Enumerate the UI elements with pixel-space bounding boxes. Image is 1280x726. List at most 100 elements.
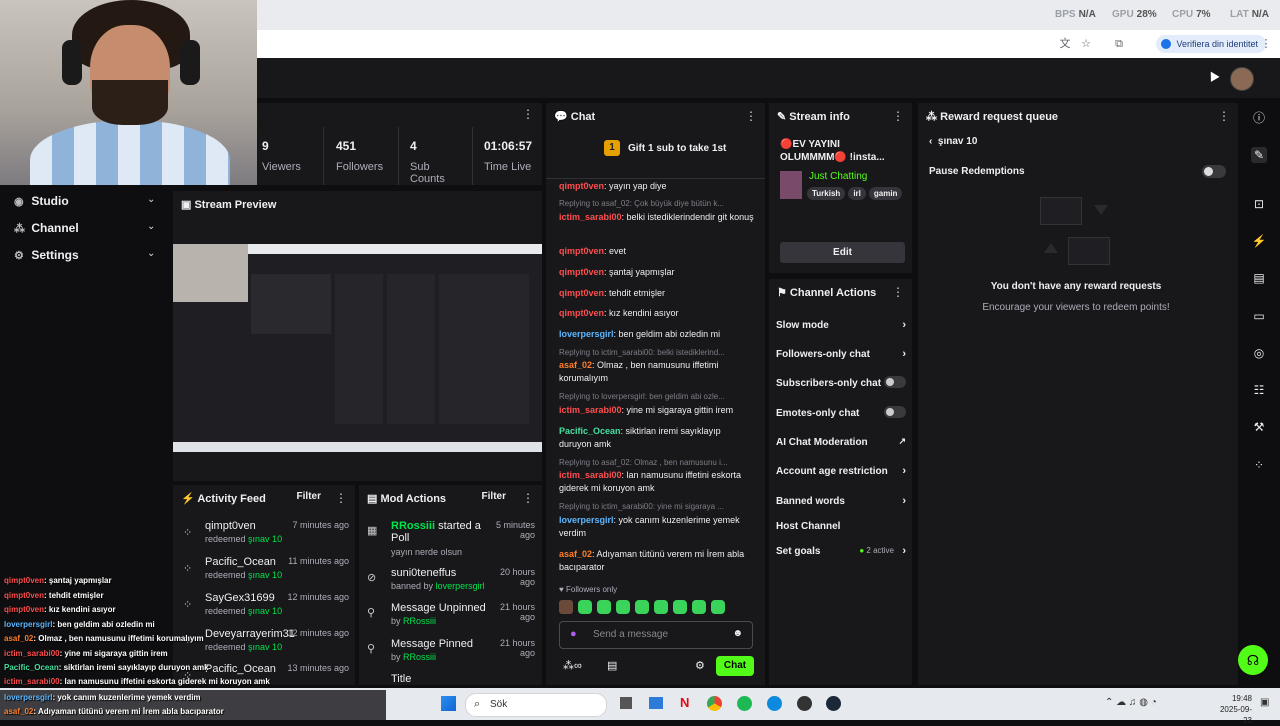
- points-icon[interactable]: ⁂∞: [563, 659, 582, 672]
- extensions-icon[interactable]: ⧉: [1113, 38, 1125, 50]
- more-icon[interactable]: ⋮: [522, 107, 534, 121]
- pause-redemptions-toggle[interactable]: [1202, 165, 1226, 178]
- filter-button[interactable]: Filter: [482, 491, 506, 502]
- chevron-right-icon: ›: [902, 465, 906, 477]
- emoji-icon[interactable]: ☻: [732, 628, 743, 639]
- sidebar-item-settings[interactable]: ⚙ Settings: [14, 248, 79, 262]
- netflix-icon[interactable]: N: [680, 695, 689, 710]
- notes-icon[interactable]: ▤: [1251, 270, 1267, 286]
- tag[interactable]: irl: [848, 187, 866, 200]
- taskbar-search[interactable]: ⌕ Sök: [465, 693, 607, 717]
- emote-icon[interactable]: [711, 600, 725, 614]
- more-icon[interactable]: ⋮: [1218, 109, 1230, 123]
- spotify-icon[interactable]: [737, 696, 752, 711]
- chat-message: qimpt0ven: tehdit etmişler: [559, 288, 666, 298]
- support-button[interactable]: ☊: [1238, 645, 1268, 675]
- app-icon[interactable]: [797, 696, 812, 711]
- translate-icon[interactable]: 文: [1059, 38, 1071, 50]
- emotes-only-toggle[interactable]: [884, 406, 906, 418]
- menu-icon[interactable]: ⋮: [1260, 38, 1272, 50]
- subscribers-only-toggle[interactable]: [884, 376, 906, 388]
- gear-icon: ⚙: [14, 250, 24, 262]
- emote-icon[interactable]: [673, 600, 687, 614]
- chevron-down-icon[interactable]: ⌄: [147, 248, 155, 259]
- stream-preview-panel: ▣ Stream Preview: [173, 191, 542, 481]
- sidebar-item-studio[interactable]: ◉ Studio: [14, 194, 69, 208]
- layout-icon[interactable]: ☷: [1251, 382, 1267, 398]
- emote-icon[interactable]: [578, 600, 592, 614]
- action-account-age[interactable]: Account age restriction ›: [776, 465, 906, 477]
- emote-bar[interactable]: [559, 600, 755, 614]
- more-icon[interactable]: ⋮: [892, 285, 904, 299]
- broadcast-icon[interactable]: ◎: [1251, 345, 1267, 361]
- points-icon[interactable]: ⁘: [1251, 457, 1267, 473]
- clock[interactable]: 19:48 2025-09-23: [1212, 693, 1252, 726]
- app-icon[interactable]: [649, 697, 663, 709]
- panel-title: ▣ Stream Preview: [181, 199, 277, 211]
- stream-preview-video[interactable]: [173, 244, 542, 452]
- chevron-down-icon[interactable]: ⌄: [147, 194, 155, 205]
- overlay-chat: qimpt0ven: şantaj yapmışlar qimpt0ven: t…: [0, 573, 270, 691]
- edit-button[interactable]: Edit: [780, 242, 905, 263]
- star-icon[interactable]: ☆: [1080, 38, 1092, 50]
- divider: [546, 178, 765, 179]
- bolt-icon[interactable]: ⚡: [1251, 233, 1267, 249]
- chevron-down-icon[interactable]: ⌄: [147, 221, 155, 232]
- rewards-icon[interactable]: ⊡: [1251, 196, 1267, 212]
- task-view-icon[interactable]: [620, 697, 632, 709]
- action-subscribers-only[interactable]: Subscribers-only chat: [776, 376, 906, 389]
- more-icon[interactable]: ⋮: [745, 109, 757, 123]
- preview-panel: [387, 274, 435, 424]
- category-thumbnail[interactable]: [780, 171, 802, 199]
- action-host-channel[interactable]: Host Channel: [776, 521, 906, 532]
- tray-icons[interactable]: ⌃ ☁ ♫ ◍ ◔: [1105, 697, 1157, 708]
- emote-icon[interactable]: [692, 600, 706, 614]
- chat-input[interactable]: ● Send a message ☻: [559, 621, 753, 649]
- gear-icon[interactable]: ⚙: [695, 659, 705, 672]
- chrome-icon[interactable]: [707, 696, 722, 711]
- tag-list: Turkish irl gamin: [807, 187, 907, 200]
- chat-icon[interactable]: ▭: [1251, 308, 1267, 324]
- emote-icon[interactable]: [654, 600, 668, 614]
- chevron-right-icon: ›: [902, 545, 906, 557]
- preview-panel: [335, 274, 383, 424]
- emote-icon[interactable]: [635, 600, 649, 614]
- wrench-icon[interactable]: ⚒: [1251, 419, 1267, 435]
- avatar[interactable]: [1230, 67, 1254, 91]
- windows-start-icon[interactable]: [441, 696, 456, 711]
- more-icon[interactable]: ⋮: [522, 491, 534, 505]
- goals-badge: ● 2 active: [859, 546, 894, 555]
- more-icon[interactable]: ⋮: [892, 109, 904, 123]
- microphone-icon[interactable]: ●: [570, 628, 577, 640]
- gift-sub-banner[interactable]: Gift 1 sub to take 1st: [628, 143, 726, 154]
- edge-icon[interactable]: [767, 696, 782, 711]
- send-chat-button[interactable]: Chat: [716, 656, 754, 676]
- action-followers-only[interactable]: Followers-only chat ›: [776, 348, 906, 360]
- webcam-overlay: [0, 0, 257, 185]
- action-slow-mode[interactable]: Slow mode ›: [776, 319, 906, 331]
- edit-icon[interactable]: ✎: [1251, 147, 1267, 163]
- action-set-goals[interactable]: Set goals ● 2 active ›: [776, 545, 906, 557]
- action-banned-words[interactable]: Banned words ›: [776, 495, 906, 507]
- emote-icon[interactable]: [559, 600, 573, 614]
- sidebar-item-channel[interactable]: ⁂ Channel: [14, 221, 79, 235]
- emote-icon[interactable]: [616, 600, 630, 614]
- info-icon[interactable]: ⓘ: [1251, 110, 1267, 126]
- more-icon[interactable]: ⋮: [335, 491, 347, 505]
- back-button[interactable]: ‹ şınav 10: [929, 136, 977, 147]
- reply-context: Replying to asaf_02: Çok büyük diye bütü…: [559, 199, 724, 208]
- filter-button[interactable]: Filter: [297, 491, 321, 502]
- steam-icon[interactable]: [826, 696, 841, 711]
- category-link[interactable]: Just Chatting: [809, 171, 867, 182]
- preview-panel: [251, 274, 331, 334]
- verify-identity-button[interactable]: Verifiera din identitet: [1156, 35, 1266, 53]
- store-icon[interactable]: ▤: [607, 659, 617, 672]
- tag[interactable]: Turkish: [807, 187, 846, 200]
- action-emotes-only[interactable]: Emotes-only chat: [776, 406, 906, 419]
- emote-icon[interactable]: [597, 600, 611, 614]
- empty-state-illustration: [1040, 197, 1140, 265]
- right-rail: ⓘ ✎ ⊡ ⚡ ▤ ▭ ◎ ☷ ⚒ ⁘ ☊: [1238, 98, 1280, 688]
- action-ai-moderation[interactable]: AI Chat Moderation ↗: [776, 436, 906, 448]
- tag[interactable]: gamin: [868, 187, 903, 200]
- notification-icon[interactable]: ▣: [1260, 697, 1269, 708]
